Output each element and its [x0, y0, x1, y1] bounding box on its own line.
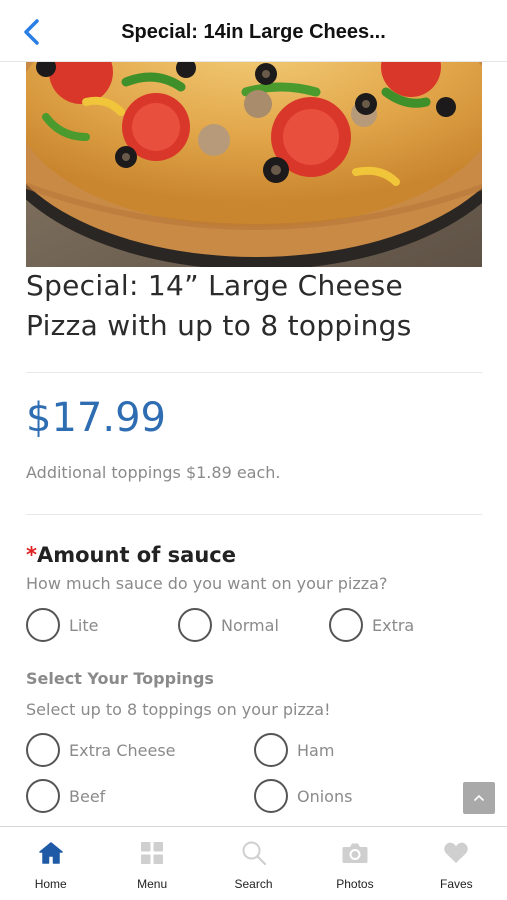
sauce-option-extra[interactable]: Extra — [329, 607, 414, 643]
camera-icon — [340, 839, 370, 867]
product-image — [26, 62, 482, 267]
radio-button[interactable] — [329, 608, 363, 642]
tab-menu[interactable]: Menu — [101, 827, 202, 900]
topping-option-beef[interactable]: Beef — [26, 778, 105, 814]
navigation-bar: Special: 14in Large Chees... — [0, 0, 507, 62]
product-title: Special: 14” Large Cheese Pizza with up … — [26, 266, 482, 346]
sauce-option-lite[interactable]: Lite — [26, 607, 98, 643]
tab-label: Home — [34, 877, 67, 891]
radio-button[interactable] — [26, 608, 60, 642]
checkbox[interactable] — [26, 733, 60, 767]
toppings-section-title: Select Your Toppings — [26, 669, 214, 688]
product-price: $17.99 — [26, 395, 166, 441]
product-title-line-2: Pizza with up to 8 toppings — [26, 309, 412, 342]
option-label: Normal — [221, 615, 279, 635]
grid-icon — [137, 839, 167, 867]
sauce-section-title: *Amount of sauce — [26, 538, 482, 572]
checkbox[interactable] — [254, 779, 288, 813]
back-button[interactable] — [14, 15, 48, 49]
home-icon — [36, 839, 66, 867]
option-label: Lite — [69, 615, 99, 635]
radio-button[interactable] — [178, 608, 212, 642]
price-note: Additional toppings $1.89 each. — [26, 463, 281, 482]
tab-label: Faves — [439, 877, 473, 891]
sauce-title-text: Amount of sauce — [36, 543, 236, 567]
tab-photos[interactable]: Photos — [304, 827, 405, 900]
checkbox[interactable] — [26, 779, 60, 813]
chevron-left-icon — [24, 19, 39, 45]
page-title: Special: 14in Large Chees... — [121, 21, 386, 43]
option-label: Extra — [372, 615, 415, 635]
heart-icon — [441, 839, 471, 867]
divider — [26, 514, 482, 515]
sauce-option-normal[interactable]: Normal — [178, 607, 279, 643]
tab-search[interactable]: Search — [203, 827, 304, 900]
option-label: Extra Cheese — [69, 740, 176, 760]
toppings-section-subtitle: Select up to 8 toppings on your pizza! — [26, 700, 331, 719]
tab-faves[interactable]: Faves — [406, 827, 507, 900]
tab-bar: Home Menu Search Photos Faves — [0, 826, 507, 900]
option-label: Ham — [297, 740, 335, 760]
topping-option-ham[interactable]: Ham — [254, 732, 334, 768]
product-title-line-1: Special: 14” Large Cheese — [26, 269, 403, 302]
required-marker: * — [26, 543, 37, 567]
sauce-section-subtitle: How much sauce do you want on your pizza… — [26, 574, 388, 593]
topping-option-onions[interactable]: Onions — [254, 778, 352, 814]
option-label: Onions — [297, 786, 353, 806]
option-label: Beef — [69, 786, 106, 806]
scroll-to-top-button[interactable] — [463, 782, 495, 814]
tab-home[interactable]: Home — [0, 827, 101, 900]
tab-label: Search — [234, 877, 273, 891]
checkbox[interactable] — [254, 733, 288, 767]
chevron-up-icon — [473, 794, 485, 802]
tab-label: Menu — [137, 877, 168, 891]
search-icon — [239, 839, 269, 867]
divider — [26, 372, 482, 373]
topping-option-extra-cheese[interactable]: Extra Cheese — [26, 732, 176, 768]
tab-label: Photos — [336, 877, 374, 891]
